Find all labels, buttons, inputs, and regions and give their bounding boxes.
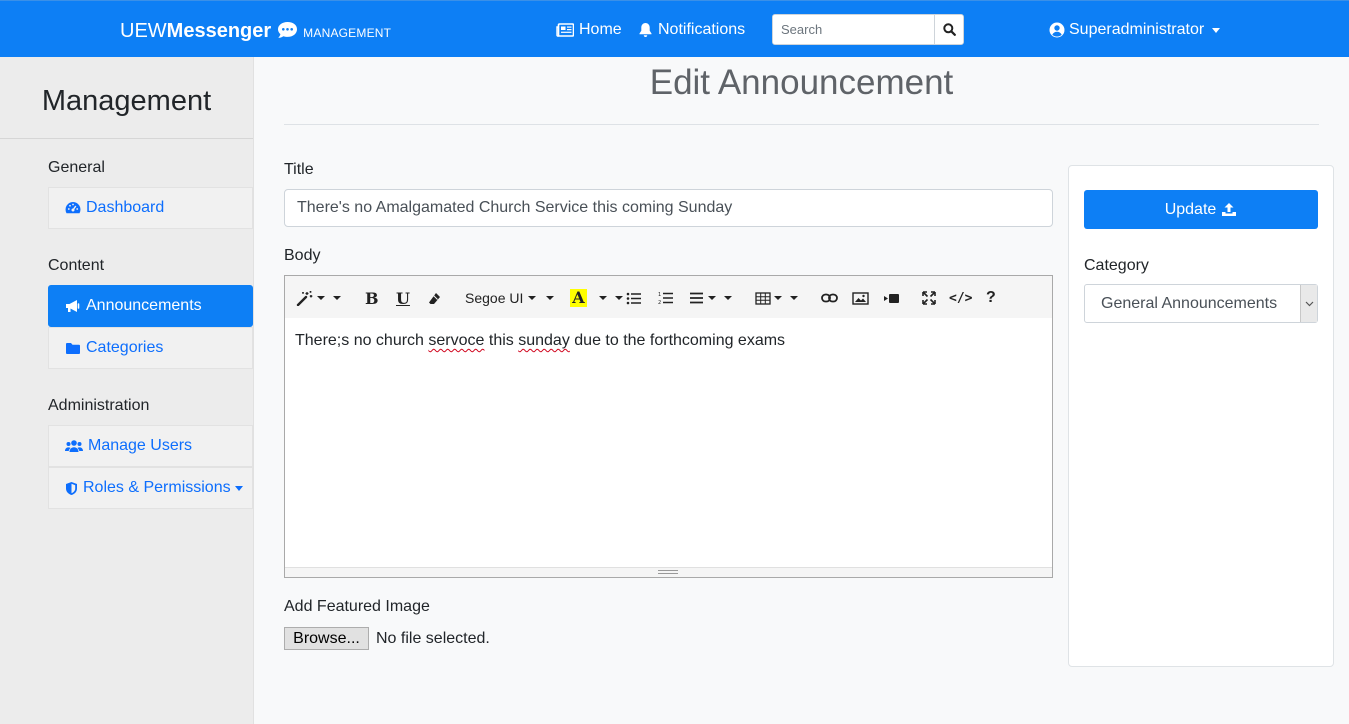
editor-text: There;s no church [295,332,429,349]
section-label-general: General [48,159,105,176]
section-label-administration: Administration [48,397,150,414]
chevron-down-icon [708,296,716,300]
ordered-list-icon[interactable]: 12 [658,289,674,307]
comment-icon [277,21,298,39]
svg-text:1: 1 [658,292,661,298]
chevron-down-icon [333,296,341,300]
table-icon[interactable] [755,289,798,307]
code-view-icon[interactable]: </> [949,289,972,307]
editor-content[interactable]: There;s no church servoce this sunday du… [295,332,785,350]
top-navbar: UEW Messenger MANAGEMENT Home Notificatio… [0,0,1349,57]
search-form [772,14,964,45]
user-name: Superadministrator [1069,21,1205,38]
unordered-list-icon[interactable] [626,289,642,307]
sidebar: Management General Dashboard Content Ann… [0,57,254,724]
newspaper-icon [556,23,574,37]
sidebar-item-label: Roles & Permissions [83,479,231,496]
link-icon[interactable] [821,289,838,307]
category-label: Category [1084,257,1149,274]
rich-text-editor: B U Segoe UI A 12 </> ? There;s no churc… [284,275,1053,578]
title-input[interactable]: There's no Amalgamated Church Service th… [284,189,1053,227]
chevron-down-icon [774,296,782,300]
editor-text: this [484,332,519,349]
editor-toolbar: B U Segoe UI A 12 </> ? [285,276,1052,318]
section-label-content: Content [48,257,105,274]
chevron-down-icon [234,485,243,491]
chevron-down-icon [1212,27,1221,33]
upload-icon [1222,203,1237,216]
sidebar-title: Management [0,57,253,139]
chevron-down-icon [790,296,798,300]
chevron-down-icon [599,296,607,300]
sidebar-item-categories[interactable]: Categories [48,327,253,369]
bell-icon [639,23,652,37]
fullscreen-icon[interactable] [922,289,936,307]
brand-suffix: MANAGEMENT [303,26,392,40]
font-name-label: Segoe UI [465,290,524,306]
brand-prefix: UEW [120,20,167,42]
svg-text:2: 2 [658,300,661,305]
update-label: Update [1164,200,1217,218]
eraser-icon[interactable] [428,289,441,307]
help-icon[interactable]: ? [986,289,996,307]
align-icon[interactable] [689,289,732,307]
editor-text: due to the forthcoming exams [569,332,786,349]
nav-home-label: Home [579,21,622,38]
chevron-down-icon [546,296,555,300]
video-icon[interactable] [883,289,900,307]
browse-button[interactable]: Browse... [284,627,369,650]
page-title: Edit Announcement [649,63,954,102]
featured-image-label: Add Featured Image [284,598,430,615]
chevron-down-icon [724,296,732,300]
sidebar-item-label: Categories [86,339,164,356]
brand-main: Messenger [166,20,272,42]
nav-home-link[interactable]: Home [556,21,622,39]
title-label: Title [284,161,314,178]
nav-notifications-label: Notifications [658,21,746,38]
shield-icon [66,481,77,495]
chevron-down-icon [528,296,537,300]
font-name-dropdown[interactable]: Segoe UI [465,289,555,307]
highlight-icon[interactable]: A [570,289,623,307]
editor-resize-handle[interactable] [285,567,1052,577]
publish-panel: Update Category General Announcements [1068,165,1334,667]
sidebar-item-label: Dashboard [86,199,165,216]
chevron-down-icon [615,296,623,300]
sidebar-item-manage-users[interactable]: Manage Users [48,425,253,467]
divider [284,124,1319,125]
user-circle-icon [1049,22,1065,38]
misspelled-word: sunday [518,332,570,349]
chevron-down-icon [1300,285,1317,322]
search-icon [942,23,956,36]
nav-notifications-link[interactable]: Notifications [638,21,745,39]
bold-icon[interactable]: B [365,289,379,308]
chevron-down-icon [317,296,325,300]
bullhorn-icon [66,300,80,312]
users-icon [65,440,83,452]
category-selected: General Announcements [1101,294,1278,312]
magic-icon[interactable] [296,289,341,307]
sidebar-item-dashboard[interactable]: Dashboard [48,187,253,229]
folder-icon [66,342,80,354]
update-button[interactable]: Update [1084,190,1318,229]
grip-icon [658,570,678,574]
user-dropdown[interactable]: Superadministrator [1049,21,1221,39]
sidebar-item-label: Manage Users [88,437,193,454]
sidebar-item-label: Announcements [86,297,202,314]
body-label: Body [284,247,321,264]
underline-icon[interactable]: U [396,289,410,308]
search-input[interactable] [773,15,934,44]
file-status: No file selected. [376,629,490,647]
brand-logo[interactable]: UEW Messenger MANAGEMENT [120,19,391,43]
image-icon[interactable] [852,289,869,307]
tachometer-icon [65,202,81,214]
misspelled-word: servoce [428,332,485,349]
file-input: Browse... No file selected. [284,627,490,650]
search-button[interactable] [934,15,963,44]
sidebar-item-announcements[interactable]: Announcements [48,285,253,327]
category-select[interactable]: General Announcements [1084,284,1318,323]
sidebar-item-roles-permissions[interactable]: Roles & Permissions [48,467,253,509]
